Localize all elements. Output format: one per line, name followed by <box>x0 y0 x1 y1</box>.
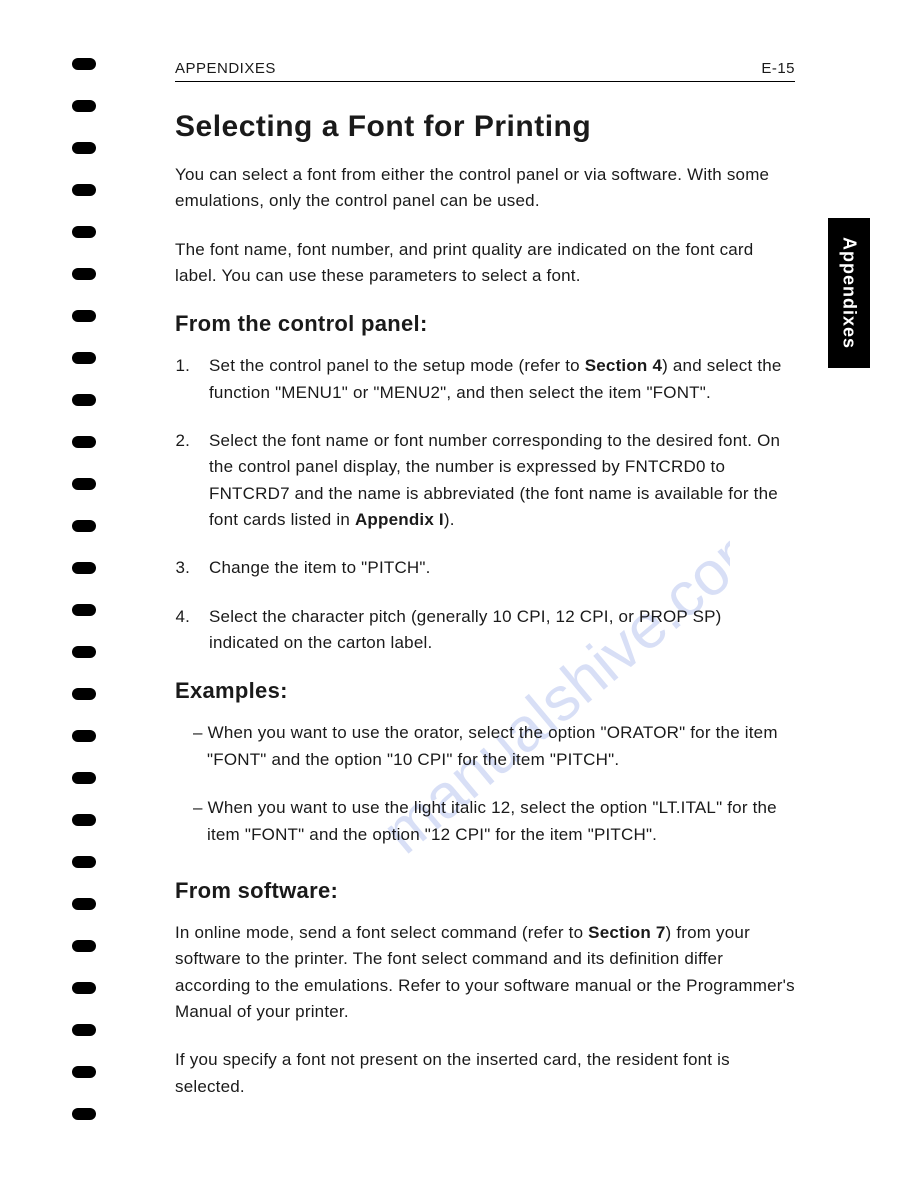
para-bold: Section 7 <box>588 923 665 942</box>
binding-hole <box>72 352 96 364</box>
binding-hole <box>72 1066 96 1078</box>
heading-examples: Examples: <box>175 678 795 704</box>
binding-hole <box>72 814 96 826</box>
binding-hole <box>72 100 96 112</box>
binding-hole <box>72 310 96 322</box>
step-text: ). <box>444 510 455 529</box>
control-panel-steps: Set the control panel to the setup mode … <box>195 353 795 656</box>
binding-hole <box>72 646 96 658</box>
step-2: Select the font name or font number corr… <box>195 428 795 533</box>
para-text: In online mode, send a font select comma… <box>175 923 588 942</box>
software-paragraph-1: In online mode, send a font select comma… <box>175 920 795 1025</box>
heading-control-panel: From the control panel: <box>175 311 795 337</box>
binding-hole <box>72 604 96 616</box>
binding-hole <box>72 436 96 448</box>
page-content: APPENDIXES E-15 Selecting a Font for Pri… <box>175 60 795 1122</box>
step-text: Set the control panel to the setup mode … <box>209 356 585 375</box>
binding-hole <box>72 982 96 994</box>
step-4: Select the character pitch (generally 10… <box>195 604 795 657</box>
step-bold: Section 4 <box>585 356 662 375</box>
page-title: Selecting a Font for Printing <box>175 110 795 144</box>
binding-hole <box>72 520 96 532</box>
binding-hole <box>72 856 96 868</box>
binding-hole <box>72 898 96 910</box>
binding-hole <box>72 394 96 406</box>
binding-hole <box>72 58 96 70</box>
heading-software: From software: <box>175 878 795 904</box>
step-1: Set the control panel to the setup mode … <box>195 353 795 406</box>
intro-paragraph-2: The font name, font number, and print qu… <box>175 237 795 290</box>
step-text: Select the font name or font number corr… <box>209 431 780 529</box>
software-paragraph-2: If you specify a font not present on the… <box>175 1047 795 1100</box>
binding-hole <box>72 772 96 784</box>
binding-hole <box>72 1108 96 1120</box>
intro-paragraph-1: You can select a font from either the co… <box>175 162 795 215</box>
binding-hole <box>72 142 96 154</box>
step-3: Change the item to "PITCH". <box>195 555 795 581</box>
binding-hole <box>72 940 96 952</box>
spiral-binding <box>72 58 102 1120</box>
step-text: Change the item to "PITCH". <box>209 558 431 577</box>
examples-list: When you want to use the orator, select … <box>193 720 795 847</box>
example-item: When you want to use the orator, select … <box>193 720 795 773</box>
binding-hole <box>72 268 96 280</box>
step-text: Select the character pitch (generally 10… <box>209 607 722 652</box>
binding-hole <box>72 562 96 574</box>
page-header: APPENDIXES E-15 <box>175 60 795 82</box>
step-bold: Appendix I <box>355 510 444 529</box>
binding-hole <box>72 688 96 700</box>
header-section: APPENDIXES <box>175 60 276 77</box>
binding-hole <box>72 226 96 238</box>
binding-hole <box>72 730 96 742</box>
example-item: When you want to use the light italic 12… <box>193 795 795 848</box>
binding-hole <box>72 184 96 196</box>
binding-hole <box>72 478 96 490</box>
header-page-number: E-15 <box>761 60 795 77</box>
side-tab-appendixes: Appendixes <box>828 218 870 368</box>
binding-hole <box>72 1024 96 1036</box>
